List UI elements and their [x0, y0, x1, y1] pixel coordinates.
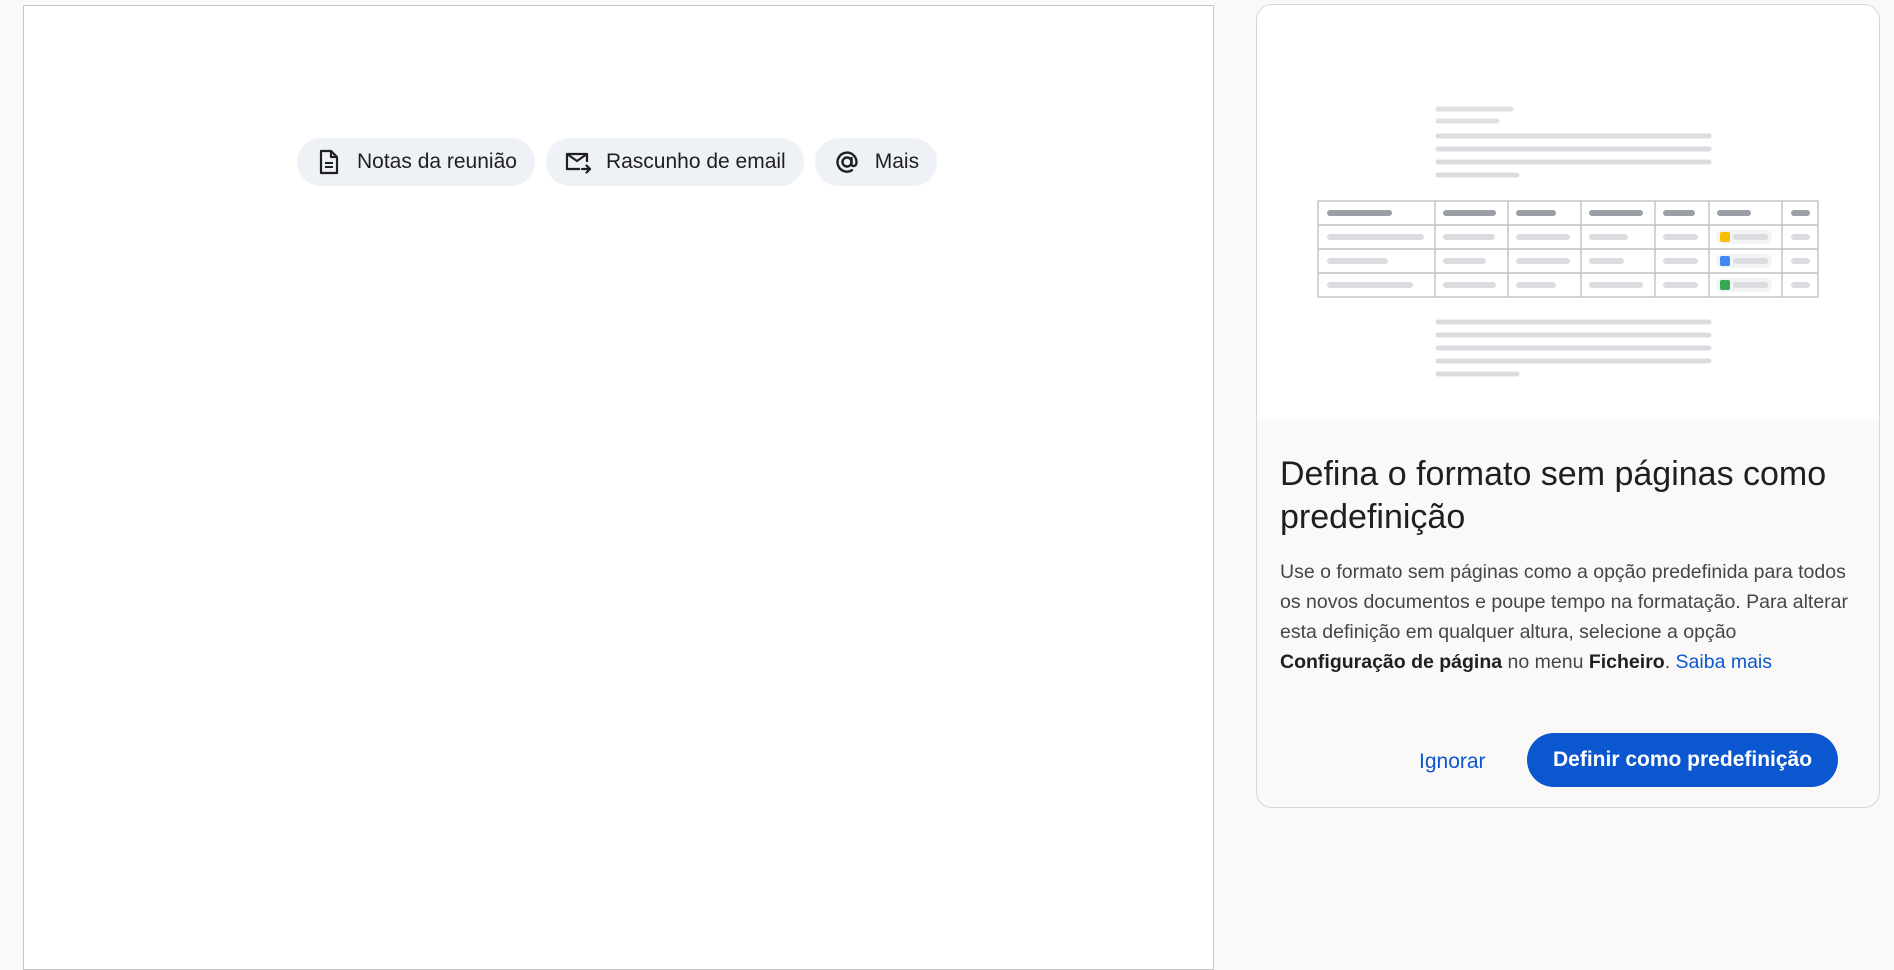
email-draft-label: Rascunho de email [605, 150, 786, 173]
dialog-title: Defina o formato sem páginas como predef… [1280, 455, 1827, 536]
learn-more-link[interactable]: Saiba mais [1676, 651, 1772, 673]
dismiss-button[interactable]: Ignorar [1397, 735, 1508, 789]
at-sign-icon [833, 148, 861, 176]
more-chip[interactable]: Mais [814, 138, 938, 186]
page-setup-option: Configuração de página [1280, 651, 1503, 673]
description-text-3: . [1664, 651, 1676, 673]
set-as-default-button[interactable]: Definir como predefinição [1527, 733, 1839, 787]
smart-chip-bar: Notas da reunião Rascunho de email Mais [297, 138, 938, 186]
document-icon [315, 148, 343, 176]
document-page[interactable]: Notas da reunião Rascunho de email Mais [23, 5, 1214, 970]
email-draft-chip[interactable]: Rascunho de email [545, 138, 804, 186]
meeting-notes-label: Notas da reunião [357, 150, 517, 173]
email-draft-icon [564, 148, 592, 176]
description-text-1: Use o formato sem páginas como a opção p… [1280, 561, 1849, 643]
pageless-illustration [1257, 5, 1879, 419]
file-menu-name: Ficheiro [1588, 651, 1665, 673]
more-label: Mais [874, 150, 920, 173]
pageless-default-dialog: Defina o formato sem páginas como predef… [1256, 4, 1880, 808]
dialog-description: Use o formato sem páginas como a opção p… [1280, 557, 1860, 677]
description-text-2: no menu [1502, 651, 1589, 673]
meeting-notes-chip[interactable]: Notas da reunião [297, 138, 535, 186]
